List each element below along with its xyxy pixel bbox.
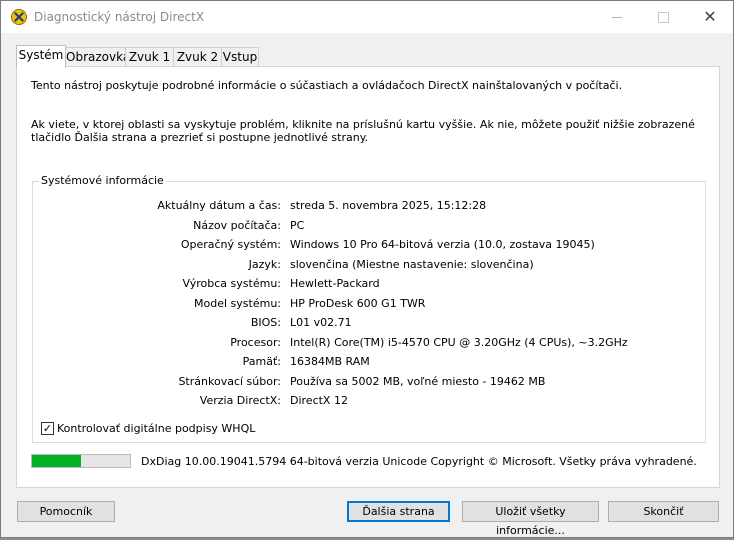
window-title: Diagnostický nástroj DirectX [34,10,205,24]
help-button[interactable]: Pomocník [17,501,115,522]
info-label: Procesor: [230,335,281,349]
whql-checkbox[interactable]: ✓ [41,422,54,435]
progress-fill [32,455,81,467]
tab-sound-1[interactable]: Zvuk 1 [125,47,174,67]
system-tab-panel: Tento nástroj poskytuje podrobné informá… [16,66,720,488]
info-value: streda 5. novembra 2025, 15:12:28 [290,199,487,212]
status-text: DxDiag 10.00.19041.5794 64-bitová verzia… [141,455,697,468]
info-label: Názov počítača: [193,218,281,232]
intro-text-1: Tento nástroj poskytuje podrobné informá… [31,79,623,92]
title-bar[interactable]: Diagnostický nástroj DirectX ✕ [1,1,733,33]
info-row-page-file: Stránkovací súbor: Používa sa 5002 MB, v… [33,375,705,391]
minimize-button[interactable] [595,1,641,33]
intro-text-2: Ak viete, v ktorej oblasti sa vyskytuje … [31,118,695,144]
info-row-datetime: Aktuálny dátum a čas: streda 5. novembra… [33,199,705,215]
info-label: Výrobca systému: [182,277,281,290]
directx-icon [11,9,27,25]
info-value: PC [290,218,305,232]
info-label: Aktuálny dátum a čas: [157,199,281,212]
info-value: Intel(R) Core(TM) i5-4570 CPU @ 3.20GHz … [290,335,628,349]
info-row-language: Jazyk: slovenčina (Miestne nastavenie: s… [33,258,705,274]
info-value: 16384MB RAM [290,355,370,368]
next-page-button[interactable]: Ďalšia strana [347,501,450,522]
info-value: Používa sa 5002 MB, voľné miesto - 19462… [290,374,546,388]
info-value: DirectX 12 [290,394,348,407]
tab-display[interactable]: Obrazovka [65,47,130,67]
info-row-processor: Procesor: Intel(R) Core(TM) i5-4570 CPU … [33,336,705,352]
info-label: Jazyk: [248,257,281,271]
info-value: L01 v02.71 [290,316,352,329]
tab-system[interactable]: Systém [16,45,66,68]
info-label: Model systému: [194,296,281,310]
whql-checkbox-label[interactable]: Kontrolovať digitálne podpisy WHQL [57,422,255,435]
info-label: Stránkovací súbor: [178,374,281,388]
info-label: Verzia DirectX: [199,394,281,407]
info-label: Operačný systém: [180,238,281,251]
info-row-os: Operačný systém: Windows 10 Pro 64-bitov… [33,238,705,254]
dxdiag-window: Diagnostický nástroj DirectX ✕ Systém Ob… [0,0,734,538]
progress-bar [31,454,131,468]
info-value: Windows 10 Pro 64-bitová verzia (10.0, z… [290,238,595,251]
close-button[interactable]: ✕ [687,1,733,33]
system-info-title: Systémové informácie [39,174,166,187]
info-label: BIOS: [250,316,281,329]
info-row-directx-version: Verzia DirectX: DirectX 12 [33,394,705,410]
info-row-bios: BIOS: L01 v02.71 [33,316,705,332]
info-value: HP ProDesk 600 G1 TWR [290,296,426,310]
exit-button[interactable]: Skončiť [608,501,719,522]
info-row-model: Model systému: HP ProDesk 600 G1 TWR [33,297,705,313]
info-row-manufacturer: Výrobca systému: Hewlett-Packard [33,277,705,293]
tab-sound-2[interactable]: Zvuk 2 [173,47,222,67]
system-info-group: Systémové informácie Aktuálny dátum a ča… [32,174,706,443]
info-label: Pamäť: [242,355,281,368]
info-row-memory: Pamäť: 16384MB RAM [33,355,705,371]
save-all-info-button[interactable]: Uložiť všetky informácie... [462,501,599,537]
maximize-button[interactable] [641,1,687,33]
info-row-computer-name: Názov počítača: PC [33,219,705,235]
info-value: Hewlett-Packard [290,277,380,290]
tab-input[interactable]: Vstup [221,47,259,67]
info-value: slovenčina (Miestne nastavenie: slovenči… [290,257,534,271]
